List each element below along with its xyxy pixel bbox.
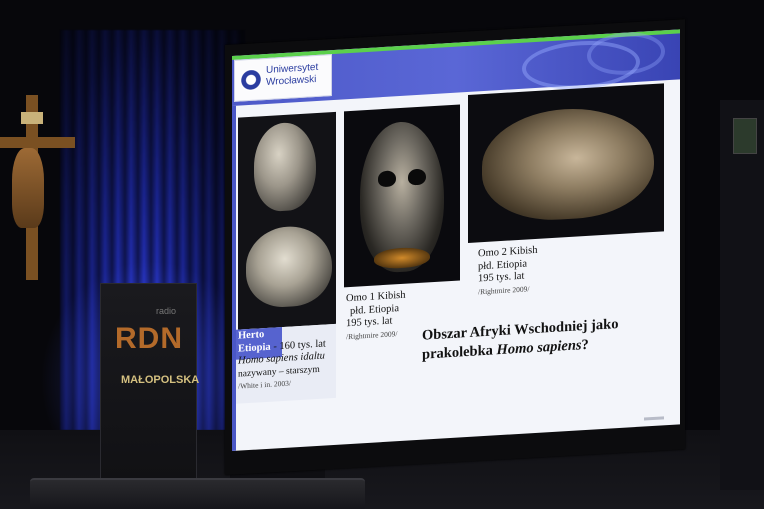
- crucifix-inscription: [21, 112, 43, 124]
- headline-prefix: prakolebka: [422, 342, 497, 363]
- banner-logo: RDN: [115, 322, 183, 355]
- photo-scene: radio RDN MAŁOPOLSKA Uniwersytet Wrocław…: [0, 0, 764, 509]
- banner-small-text: radio: [156, 306, 177, 316]
- herto-location: Etiopia: [238, 341, 271, 355]
- headline-suffix: ?: [581, 336, 589, 354]
- omo1-caption: Omo 1 Kibish płd. Etiopia 195 tys. lat /…: [346, 290, 406, 342]
- omo2-skull-photo: [468, 83, 664, 243]
- crucifix-horizontal-beam: [0, 137, 75, 148]
- omo2-skull: [482, 103, 654, 225]
- university-name: Uniwersytet Wrocławski: [266, 62, 318, 89]
- crucifix-figure: [12, 148, 44, 228]
- university-seal-icon: [240, 68, 262, 92]
- herto-skull-front: [254, 121, 316, 213]
- foreground-rail: [30, 478, 365, 509]
- banner-region: MAŁOPOLSKA: [121, 374, 200, 386]
- slide-footer-mark: [644, 416, 664, 421]
- herto-skull-photo: [238, 111, 336, 330]
- university-logo: Uniwersytet Wrocławski: [234, 54, 332, 102]
- herto-caption: Herto Etiopia - 160 tys. lat Homo sapien…: [238, 325, 326, 391]
- exit-sign: [733, 118, 757, 154]
- headline-species: Homo sapiens: [496, 337, 582, 359]
- herto-caption-box: Herto Etiopia - 160 tys. lat Homo sapien…: [236, 323, 336, 404]
- omo1-skull-photo: [344, 104, 460, 288]
- omo2-caption: Omo 2 Kibish płd. Etiopia 195 tys. lat /…: [478, 245, 538, 297]
- side-wall: [720, 100, 764, 490]
- herto-skull-side: [246, 224, 332, 310]
- slide-headline: Obszar Afryki Wschodniej jako prakolebka…: [422, 315, 618, 365]
- radio-banner: radio RDN MAŁOPOLSKA: [100, 283, 200, 480]
- university-name-line2: Wrocławski: [266, 73, 317, 88]
- projection-screen: Uniwersytet Wrocławski Herto Etiopia - 1…: [232, 29, 680, 451]
